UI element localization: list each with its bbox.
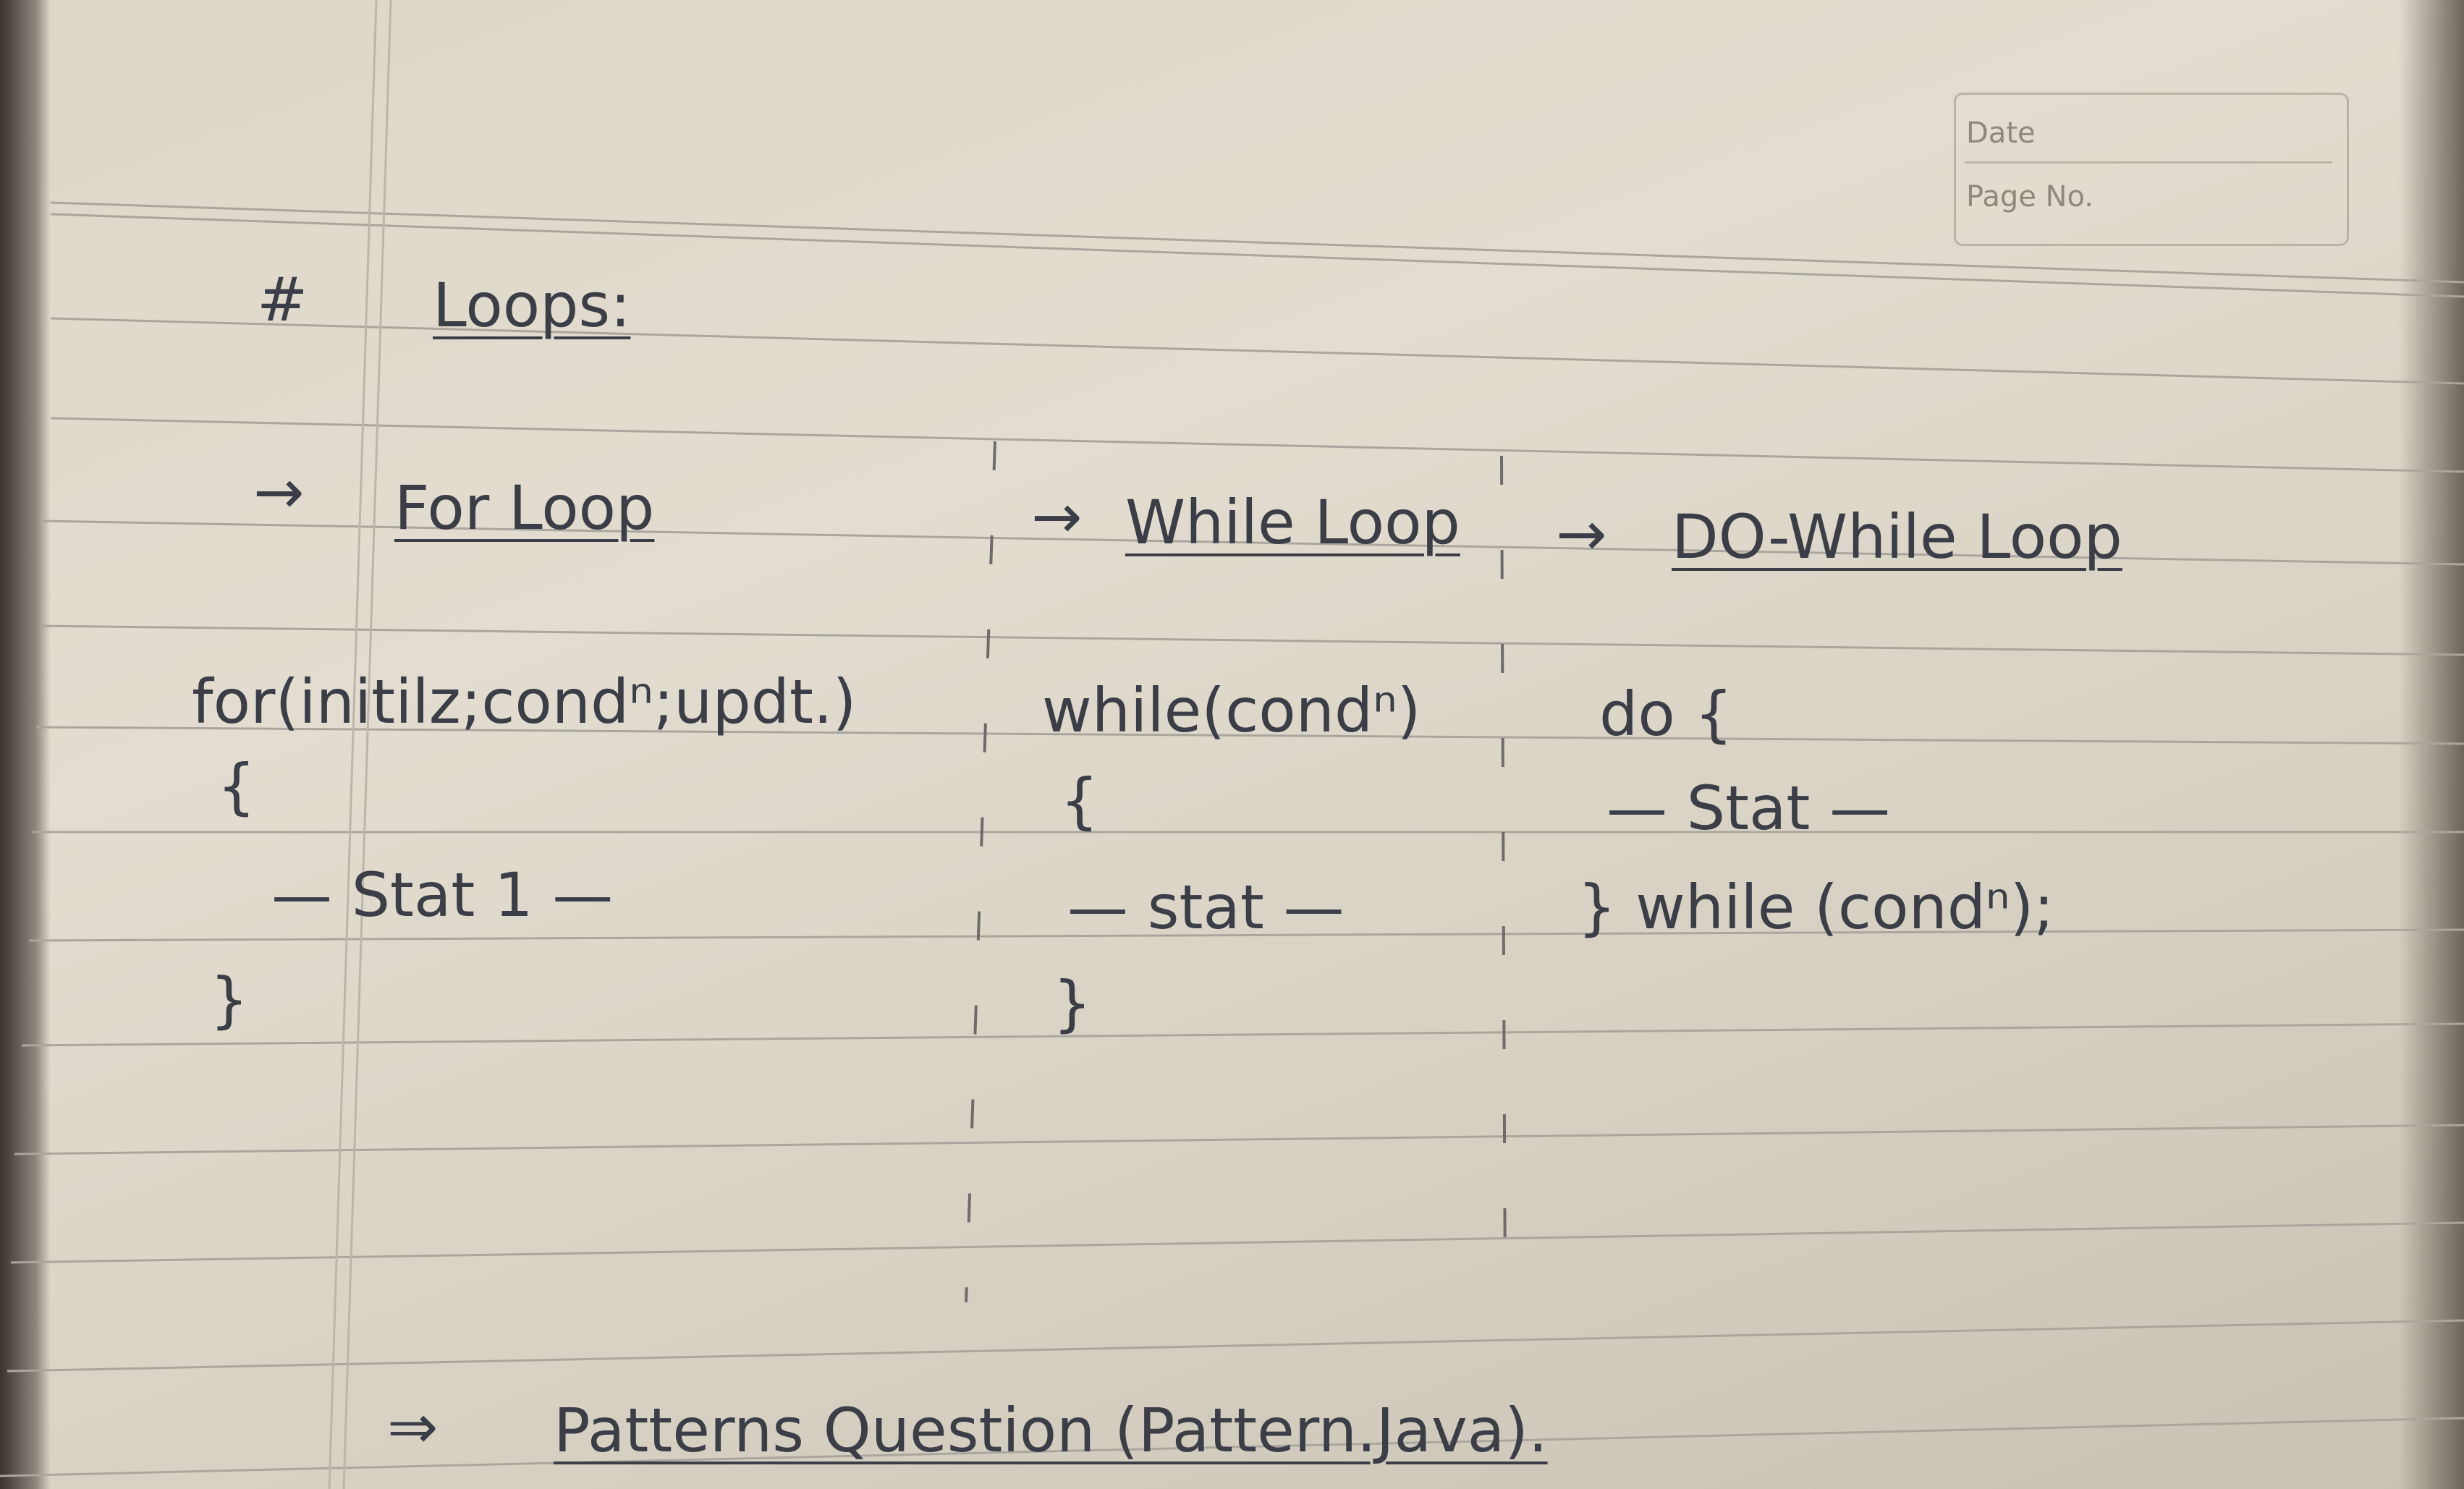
heading-loops: Loops: <box>433 270 631 341</box>
pattern-arrow: ⇒ <box>387 1391 439 1462</box>
column-divider-1 <box>965 441 996 1303</box>
for-open-brace: { <box>217 751 256 822</box>
while-syntax-line: while(condⁿ) <box>1042 675 1421 746</box>
rule-line-1 <box>50 317 2464 385</box>
dowhile-arrow: → <box>1556 499 1607 569</box>
while-loop-title: While Loop <box>1125 487 1460 558</box>
rule-line-8 <box>21 1022 2464 1047</box>
do-statement: — Stat — <box>1606 773 1891 844</box>
page-no-label: Page No. <box>1966 180 2093 213</box>
patterns-question-text: Patterns Question (Pattern.Java). <box>554 1395 1548 1466</box>
while-statement: — stat — <box>1067 872 1345 943</box>
while-close-brace: } <box>1053 968 1092 1039</box>
rule-line-9 <box>14 1124 2464 1155</box>
for-close-brace: } <box>210 964 249 1035</box>
rule-line-10 <box>10 1221 2464 1264</box>
for-statement: — Stat 1 — <box>271 860 614 930</box>
date-divider <box>1965 161 2332 164</box>
for-syntax-line: for(initilz;condⁿ;updt.) <box>192 666 857 737</box>
rule-line-11 <box>7 1319 2464 1373</box>
for-loop-title: For Loop <box>394 472 655 543</box>
for-arrow: → <box>253 457 305 527</box>
while-open-brace: { <box>1060 765 1099 836</box>
notebook-page: Date Page No. # Loops: → For Loop → Whil… <box>0 0 2464 1489</box>
rule-line-2 <box>50 417 2464 473</box>
heading-hash: # <box>257 264 308 335</box>
do-syntax-line: do { <box>1599 679 1733 750</box>
date-page-box: Date Page No. <box>1954 93 2349 246</box>
rule-line-4 <box>39 624 2464 656</box>
while-arrow: → <box>1031 481 1083 552</box>
column-divider-2 <box>1500 455 1507 1303</box>
date-label: Date <box>1966 116 2036 150</box>
dowhile-loop-title: DO-While Loop <box>1672 501 2122 572</box>
do-while-end-line: } while (condⁿ); <box>1578 872 2054 943</box>
